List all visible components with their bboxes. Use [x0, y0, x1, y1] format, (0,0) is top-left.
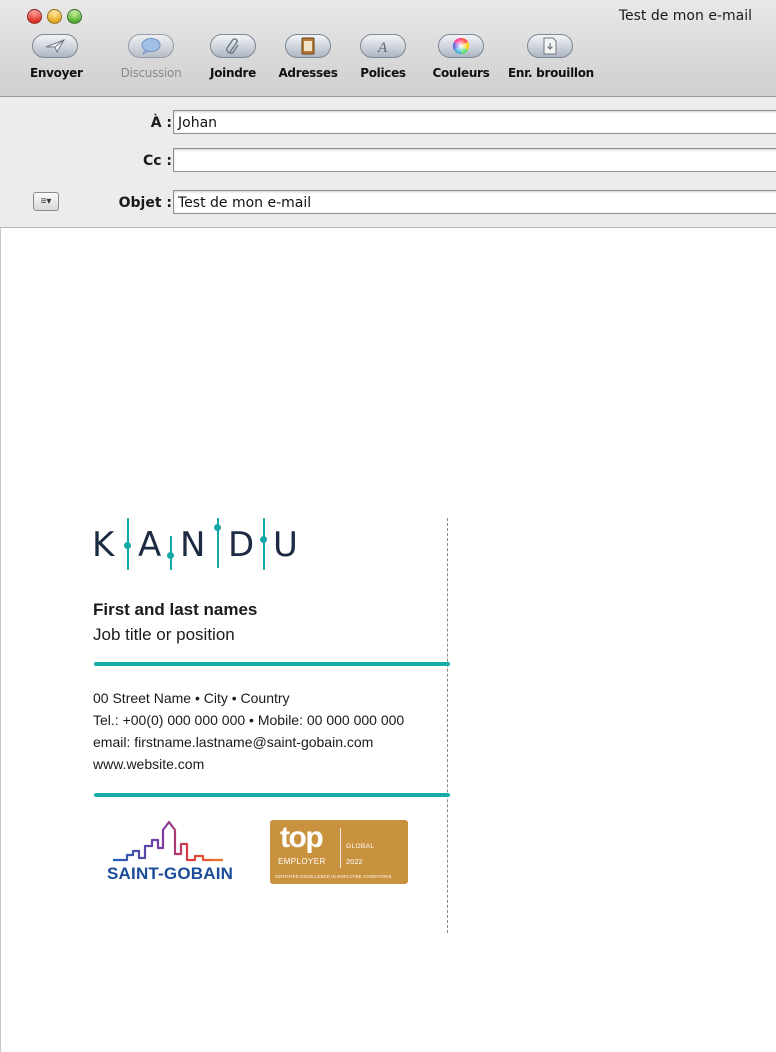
badge-year: 2022: [346, 857, 363, 866]
signature-address: 00 Street Name • City • Country: [93, 690, 290, 706]
to-field[interactable]: Johan: [173, 110, 776, 134]
addresses-button-label: Adresses: [278, 66, 338, 80]
window-title: Test de mon e-mail: [618, 8, 752, 24]
attach-button[interactable]: Joindre: [205, 34, 261, 94]
cc-field[interactable]: [173, 148, 776, 172]
signature-separator: [447, 518, 448, 933]
badge-certified: CERTIFIED EXCELLENCE IN EMPLOYEE CONDITI…: [275, 874, 392, 879]
window-zoom-button[interactable]: [67, 9, 82, 24]
window-close-button[interactable]: [27, 9, 42, 24]
fonts-button[interactable]: A Polices: [356, 34, 410, 94]
badge-top-word: top: [280, 821, 324, 854]
signature-name: First and last names: [93, 600, 258, 619]
signature-divider: [94, 793, 450, 797]
discussion-button-label: Discussion: [120, 66, 182, 80]
color-wheel-icon: [438, 34, 484, 58]
discussion-button[interactable]: Discussion: [118, 34, 184, 94]
fonts-button-label: Polices: [360, 66, 406, 80]
addresses-button[interactable]: Adresses: [276, 34, 340, 94]
badge-divider: [340, 828, 341, 868]
font-icon: A: [360, 34, 406, 58]
address-book-icon: [285, 34, 331, 58]
saint-gobain-wordmark: SAINT-GOBAIN: [107, 864, 234, 883]
paperclip-icon: [210, 34, 256, 58]
chat-bubble-icon: [128, 34, 174, 58]
signature-phone: Tel.: +00(0) 000 000 000 • Mobile: 00 00…: [93, 712, 405, 728]
to-row: À : Johan: [0, 110, 776, 136]
signature-website[interactable]: www.website.com: [93, 756, 204, 772]
message-header: À : Johan Cc : ≡▾ Objet : Test de mon e-…: [0, 97, 776, 228]
signature-job-title: Job title or position: [93, 625, 235, 644]
send-icon: [32, 34, 78, 58]
top-employer-badge: top EMPLOYER GLOBAL 2022 CERTIFIED EXCEL…: [270, 820, 408, 884]
subject-row: Objet : Test de mon e-mail: [0, 190, 776, 216]
send-button-label: Envoyer: [30, 66, 83, 80]
badge-global: GLOBAL: [346, 843, 375, 850]
subject-field[interactable]: Test de mon e-mail: [173, 190, 776, 214]
svg-text:A: A: [377, 40, 388, 55]
save-draft-button[interactable]: Enr. brouillon: [508, 34, 594, 94]
badge-employer: EMPLOYER: [278, 857, 326, 866]
subject-label: Objet :: [118, 195, 172, 211]
to-label: À :: [150, 115, 172, 131]
window-titlebar: Test de mon e-mail Envoyer Discussion Jo…: [0, 0, 776, 97]
colors-button-label: Couleurs: [432, 66, 490, 80]
attach-button-label: Joindre: [210, 66, 256, 80]
save-draft-icon: [527, 34, 573, 58]
cc-label: Cc :: [142, 153, 172, 169]
signature-divider: [94, 662, 450, 666]
colors-button[interactable]: Couleurs: [428, 34, 494, 94]
cc-row: Cc :: [0, 148, 776, 174]
window-minimize-button[interactable]: [47, 9, 62, 24]
send-button[interactable]: Envoyer: [30, 34, 83, 94]
save-draft-button-label: Enr. brouillon: [508, 66, 594, 80]
signature-email[interactable]: email: firstname.lastname@saint-gobain.c…: [93, 734, 373, 750]
